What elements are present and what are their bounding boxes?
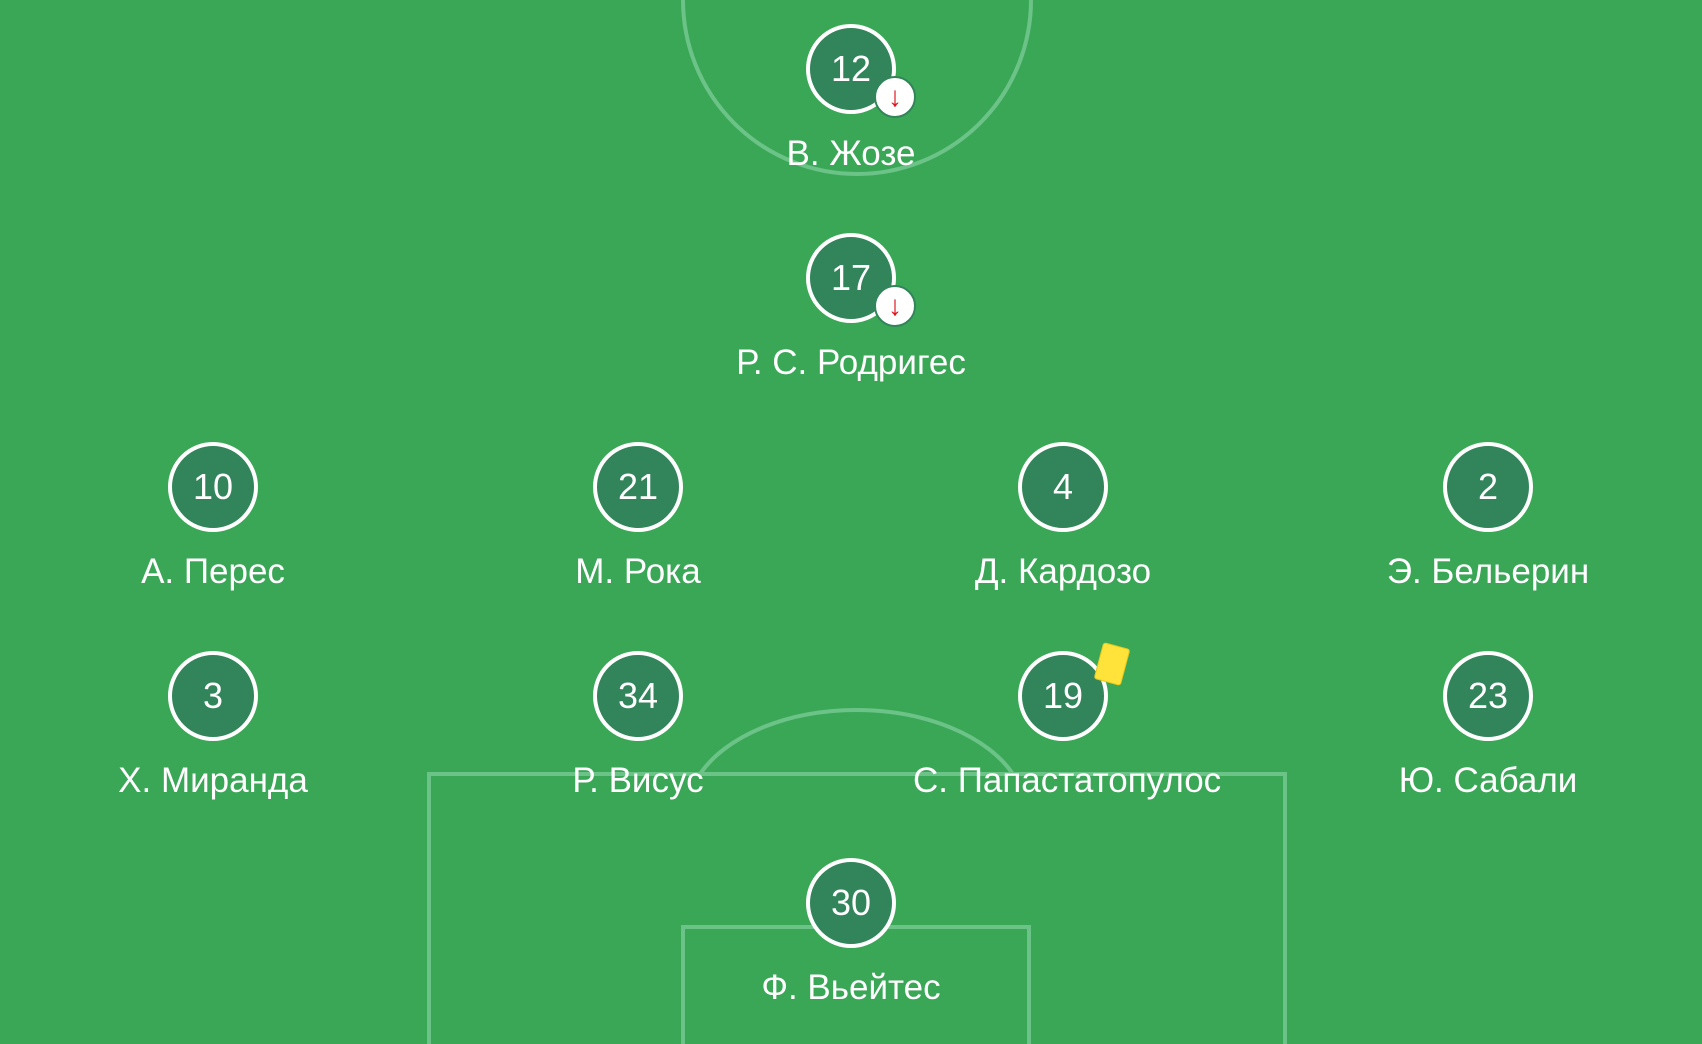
substitution-arrow-icon: ↓ <box>874 285 916 327</box>
player-name: С. Папастатопулос <box>913 761 1222 800</box>
player-number: 21 <box>617 466 659 507</box>
player-number-badge: 19 <box>1018 642 1131 741</box>
player-card[interactable]: 23 Ю. Сабали <box>1338 651 1638 801</box>
player-number-badge: 30 <box>806 858 896 948</box>
player-number: 4 <box>1052 466 1074 507</box>
player-number-badge: 17 ↓ <box>806 233 916 327</box>
player-number: 30 <box>830 882 872 923</box>
player-name: Р. С. Родригес <box>736 343 966 382</box>
player-card[interactable]: 10 А. Перес <box>63 442 363 592</box>
player-number-badge: 34 <box>593 651 683 741</box>
player-card[interactable]: 3 Х. Миранда <box>63 651 363 801</box>
player-number: 17 <box>830 257 872 298</box>
player-number: 3 <box>202 675 224 716</box>
player-name: Д. Кардозо <box>974 552 1152 591</box>
player-name: Х. Миранда <box>118 761 308 800</box>
player-number-badge: 12 ↓ <box>806 24 916 118</box>
player-name: Р. Висус <box>572 761 704 800</box>
player-name: Ф. Вьейтес <box>761 968 941 1007</box>
player-card[interactable]: 17 ↓ Р. С. Родригес <box>701 233 1001 383</box>
player-name: Э. Бельерин <box>1386 552 1590 591</box>
football-pitch: 12 ↓ В. Жозе 17 ↓ Р. С. Родригес 10 А. П… <box>0 0 1702 1044</box>
player-name: М. Рока <box>575 552 701 591</box>
player-number: 34 <box>617 675 659 716</box>
player-card[interactable]: 34 Р. Висус <box>488 651 788 801</box>
player-card[interactable]: 4 Д. Кардозо <box>913 442 1213 592</box>
player-number-badge: 2 <box>1443 442 1533 532</box>
player-number-badge: 3 <box>168 651 258 741</box>
player-number-badge: 4 <box>1018 442 1108 532</box>
player-number: 19 <box>1042 675 1084 716</box>
player-number: 12 <box>830 48 872 89</box>
player-name: В. Жозе <box>786 134 916 173</box>
player-number: 2 <box>1477 466 1499 507</box>
player-number: 23 <box>1467 675 1509 716</box>
player-card[interactable]: 2 Э. Бельерин <box>1338 442 1638 592</box>
player-card[interactable]: 12 ↓ В. Жозе <box>701 24 1001 174</box>
player-name: Ю. Сабали <box>1398 761 1578 800</box>
substitution-arrow-icon: ↓ <box>874 76 916 118</box>
player-number-badge: 21 <box>593 442 683 532</box>
player-card[interactable]: 19 С. Папастатопулос <box>913 642 1222 801</box>
player-number-badge: 23 <box>1443 651 1533 741</box>
player-name: А. Перес <box>141 552 285 591</box>
player-card[interactable]: 30 Ф. Вьейтес <box>701 858 1001 1008</box>
player-card[interactable]: 21 М. Рока <box>488 442 788 592</box>
player-number-badge: 10 <box>168 442 258 532</box>
player-number: 10 <box>192 466 234 507</box>
